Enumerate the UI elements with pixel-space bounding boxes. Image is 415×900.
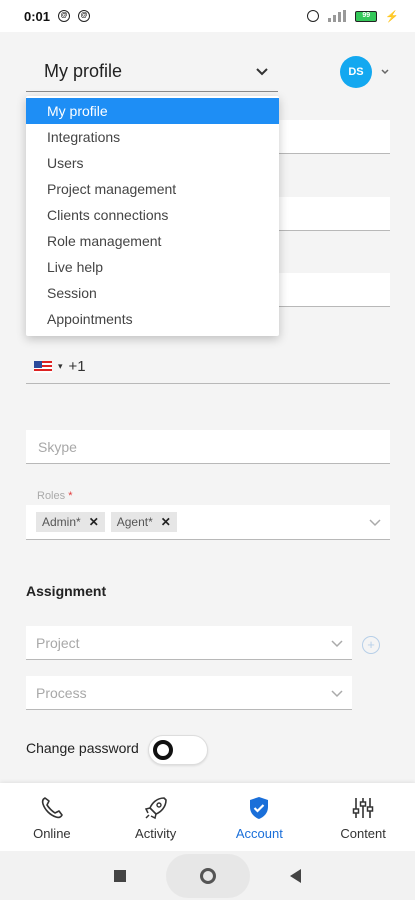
- toggle-knob: [153, 740, 173, 760]
- menu-item-live-help[interactable]: Live help: [26, 254, 279, 280]
- roles-label-text: Roles: [37, 490, 66, 502]
- nav-content[interactable]: Content: [311, 783, 415, 851]
- add-project-icon[interactable]: +: [362, 636, 380, 654]
- process-select[interactable]: Process: [26, 676, 352, 710]
- chevron-down-icon: [256, 68, 268, 76]
- process-placeholder: Process: [36, 684, 87, 701]
- nav-label: Account: [235, 825, 283, 841]
- menu-item-project-management[interactable]: Project management: [26, 176, 279, 202]
- nav-label: Content: [340, 825, 386, 841]
- system-nav-bar: [0, 851, 415, 900]
- phone-field[interactable]: ▾ +1: [26, 350, 390, 384]
- role-chip: Admin* ✕: [36, 512, 105, 532]
- form-field[interactable]: [278, 197, 390, 231]
- menu-item-my-profile[interactable]: My profile: [26, 98, 279, 124]
- status-time: 0:01: [24, 8, 51, 24]
- home-button[interactable]: [166, 853, 250, 898]
- change-password-label: Change password: [26, 740, 139, 756]
- us-flag-icon: [34, 360, 52, 373]
- roles-label: Roles *: [37, 490, 72, 502]
- skype-input[interactable]: Skype: [26, 430, 390, 464]
- notification-icon: @: [78, 10, 91, 22]
- role-chip-label: Agent*: [116, 515, 153, 529]
- status-bar: 0:01 @ @ 99 ⚡: [0, 0, 415, 32]
- skype-placeholder: Skype: [38, 438, 77, 455]
- project-placeholder: Project: [36, 634, 80, 651]
- charging-icon: ⚡: [385, 10, 399, 23]
- bottom-nav: Online Activity Account Content: [0, 783, 415, 851]
- notification-icon: @: [58, 10, 71, 22]
- country-dropdown-icon[interactable]: ▾: [58, 361, 63, 372]
- chevron-down-icon: [331, 640, 343, 648]
- remove-role-icon[interactable]: ✕: [161, 515, 171, 529]
- nav-activity[interactable]: Activity: [104, 783, 208, 851]
- project-select[interactable]: Project: [26, 626, 352, 660]
- nav-label: Activity: [135, 825, 177, 841]
- rocket-icon: [144, 796, 167, 819]
- menu-item-clients-connections[interactable]: Clients connections: [26, 202, 279, 228]
- page-select-value: My profile: [44, 61, 123, 81]
- required-mark: *: [68, 490, 73, 502]
- back-icon[interactable]: [290, 868, 301, 883]
- roles-select[interactable]: Admin* ✕ Agent* ✕: [26, 505, 390, 540]
- phone-icon: [41, 796, 63, 818]
- user-menu[interactable]: DS: [340, 56, 390, 88]
- remove-role-icon[interactable]: ✕: [89, 515, 99, 529]
- chevron-down-icon: [331, 690, 343, 698]
- phone-code: +1: [68, 358, 86, 375]
- page-dropdown-menu: My profile Integrations Users Project ma…: [26, 96, 279, 336]
- role-chip-label: Admin*: [42, 515, 81, 529]
- home-icon: [200, 867, 216, 884]
- page-select[interactable]: My profile: [26, 52, 278, 92]
- battery-icon: 99: [355, 10, 378, 22]
- form-field[interactable]: [278, 120, 390, 154]
- signal-icon: [328, 10, 347, 22]
- alarm-icon: [307, 10, 320, 22]
- role-chip: Agent* ✕: [110, 512, 177, 532]
- assignment-heading: Assignment: [26, 583, 107, 599]
- chevron-down-icon: [381, 69, 389, 75]
- menu-item-role-management[interactable]: Role management: [26, 228, 279, 254]
- battery-level: 99: [355, 10, 378, 22]
- avatar[interactable]: DS: [340, 56, 372, 88]
- recents-icon[interactable]: [114, 869, 126, 882]
- menu-item-users[interactable]: Users: [26, 150, 279, 176]
- menu-item-appointments[interactable]: Appointments: [26, 306, 279, 332]
- sliders-icon: [352, 797, 374, 818]
- form-field[interactable]: [278, 273, 390, 307]
- change-password-toggle[interactable]: [148, 735, 208, 765]
- menu-item-session[interactable]: Session: [26, 280, 279, 306]
- menu-item-integrations[interactable]: Integrations: [26, 124, 279, 150]
- nav-account[interactable]: Account: [208, 783, 312, 851]
- nav-online[interactable]: Online: [0, 783, 104, 851]
- shield-check-icon: [250, 796, 269, 819]
- nav-label: Online: [33, 825, 71, 841]
- chevron-down-icon[interactable]: [368, 516, 382, 530]
